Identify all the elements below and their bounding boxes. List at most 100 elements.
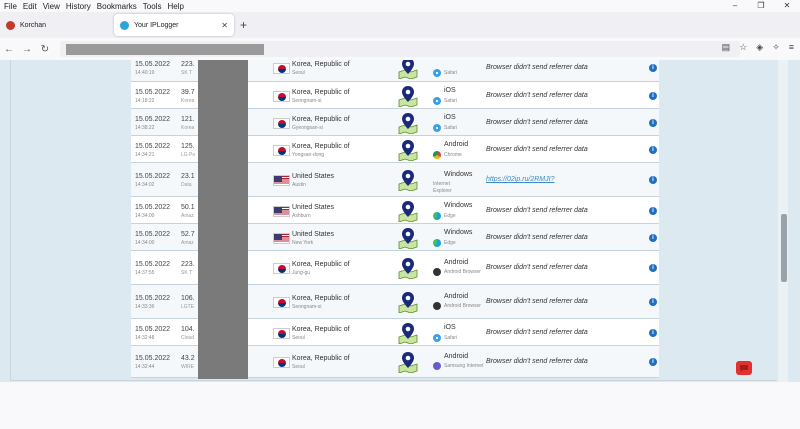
forward-button[interactable]: →: [18, 44, 36, 55]
page-bottom: [0, 382, 800, 429]
tab-iplogger[interactable]: Your IPLogger ✕: [114, 14, 234, 36]
samsung-icon: [433, 362, 441, 370]
panel-border: [10, 60, 11, 380]
referrer-link[interactable]: https://02ip.ru/2RMJI?: [486, 176, 554, 183]
map-location-button[interactable]: [397, 60, 419, 80]
minimize-button[interactable]: –: [722, 0, 748, 12]
os-name: iOS: [444, 86, 456, 94]
south-korea-flag-icon: [273, 357, 290, 368]
map-pin-icon[interactable]: [397, 85, 419, 108]
south-korea-flag-icon: [273, 327, 290, 339]
map-location-button[interactable]: [397, 85, 419, 108]
isp-name: LG Po: [181, 151, 196, 158]
map-location-button[interactable]: [397, 291, 419, 314]
browser-icon-wrap: [433, 96, 442, 106]
info-icon[interactable]: i: [649, 64, 657, 72]
os-name: iOS: [444, 113, 456, 121]
scrollbar-thumb[interactable]: [781, 214, 787, 282]
flag-emblem: [274, 206, 282, 213]
map-pin-icon[interactable]: [397, 139, 419, 162]
back-button[interactable]: ←: [0, 44, 18, 55]
city-name: Seongnam-si: [292, 304, 322, 310]
extensions-icon[interactable]: ✧: [772, 42, 780, 53]
info-icon[interactable]: i: [649, 264, 657, 272]
window-close-button[interactable]: ✕: [774, 0, 800, 12]
info-icon[interactable]: i: [649, 145, 657, 154]
info-icon[interactable]: i: [649, 176, 657, 184]
chat-button[interactable]: [736, 361, 752, 375]
info-icon[interactable]: i: [649, 118, 657, 127]
menu-file[interactable]: File: [4, 2, 17, 11]
info-icon[interactable]: i: [649, 358, 657, 366]
browser-name: Edge: [444, 212, 456, 219]
visit-date: 15.05.2022: [135, 261, 171, 268]
map-pin-icon[interactable]: [397, 257, 419, 280]
referrer: Browser didn't send referrer data: [486, 358, 588, 365]
maximize-button[interactable]: ❐: [748, 0, 774, 12]
info-icon[interactable]: i: [649, 233, 657, 242]
info-icon[interactable]: i: [649, 206, 657, 215]
browser-name: Safari: [444, 97, 458, 104]
scrollbar[interactable]: [778, 60, 788, 382]
isp-name: Korea: [181, 97, 195, 104]
new-tab-button[interactable]: +: [240, 18, 247, 32]
tab-strip: Korchan Your IPLogger ✕ +: [0, 12, 800, 38]
map-pin-icon[interactable]: [397, 351, 419, 374]
isp-name: Cloud: [181, 334, 195, 341]
flag-emblem: [278, 299, 286, 307]
menu-edit[interactable]: Edit: [23, 2, 37, 11]
url-bar[interactable]: [60, 41, 740, 57]
visit-date: 15.05.2022: [135, 142, 171, 150]
country-name: Korea, Republic of: [292, 61, 350, 68]
menu-bookmarks[interactable]: Bookmarks: [97, 2, 137, 11]
menu-history[interactable]: History: [66, 2, 91, 11]
ip-address: 52.7: [181, 230, 195, 238]
city-name: Seongnam-si: [292, 97, 322, 104]
map-location-button[interactable]: [397, 169, 419, 192]
star-icon[interactable]: ☆: [739, 42, 747, 53]
menu-help[interactable]: Help: [167, 2, 183, 11]
android-icon: [433, 259, 442, 268]
menu-tools[interactable]: Tools: [143, 2, 162, 11]
info-icon[interactable]: i: [649, 328, 657, 337]
visit-date: 15.05.2022: [135, 173, 171, 180]
safari-icon: [433, 96, 441, 105]
map-pin-icon[interactable]: [397, 60, 419, 80]
map-location-button[interactable]: [397, 139, 419, 162]
tab-korchan[interactable]: Korchan: [0, 14, 110, 36]
reload-button[interactable]: ↻: [36, 44, 54, 55]
city-name: Gyeongsan-si: [292, 124, 323, 131]
map-location-button[interactable]: [397, 257, 419, 280]
map-location-button[interactable]: [397, 351, 419, 374]
ip-address: 104.: [181, 325, 195, 333]
os-name: Android: [444, 353, 469, 360]
android-browser-icon: [433, 302, 441, 310]
map-location-button[interactable]: [397, 227, 419, 250]
map-pin-icon[interactable]: [397, 291, 419, 314]
map-pin-icon[interactable]: [397, 169, 419, 192]
map-pin-icon[interactable]: [397, 227, 419, 250]
shield-icon[interactable]: ◈: [756, 42, 763, 53]
map-pin-icon[interactable]: [397, 112, 419, 135]
menu-icon[interactable]: ≡: [789, 42, 794, 53]
reader-icon[interactable]: ▤: [722, 42, 731, 53]
flag-emblem: [278, 265, 286, 273]
map-location-button[interactable]: [397, 322, 419, 345]
menu-view[interactable]: View: [43, 2, 60, 11]
visit-time: 14:37:55: [135, 270, 155, 276]
map-location-button[interactable]: [397, 200, 419, 223]
map-pin-icon[interactable]: [397, 322, 419, 345]
info-icon[interactable]: i: [649, 298, 657, 306]
ip-address: 50.1: [181, 203, 195, 211]
info-icon[interactable]: i: [649, 91, 657, 100]
flag-emblem: [278, 92, 286, 101]
visit-time: 14:18:22: [135, 97, 155, 104]
tab-close-icon[interactable]: ✕: [221, 21, 228, 30]
map-location-button[interactable]: [397, 112, 419, 135]
browser-name: Safari: [444, 334, 458, 341]
map-pin-icon[interactable]: [397, 200, 419, 223]
visit-date: 15.05.2022: [135, 325, 171, 333]
android-icon: [433, 353, 442, 362]
os-name: Windows: [444, 228, 473, 236]
south-korea-flag-icon: [273, 63, 290, 74]
